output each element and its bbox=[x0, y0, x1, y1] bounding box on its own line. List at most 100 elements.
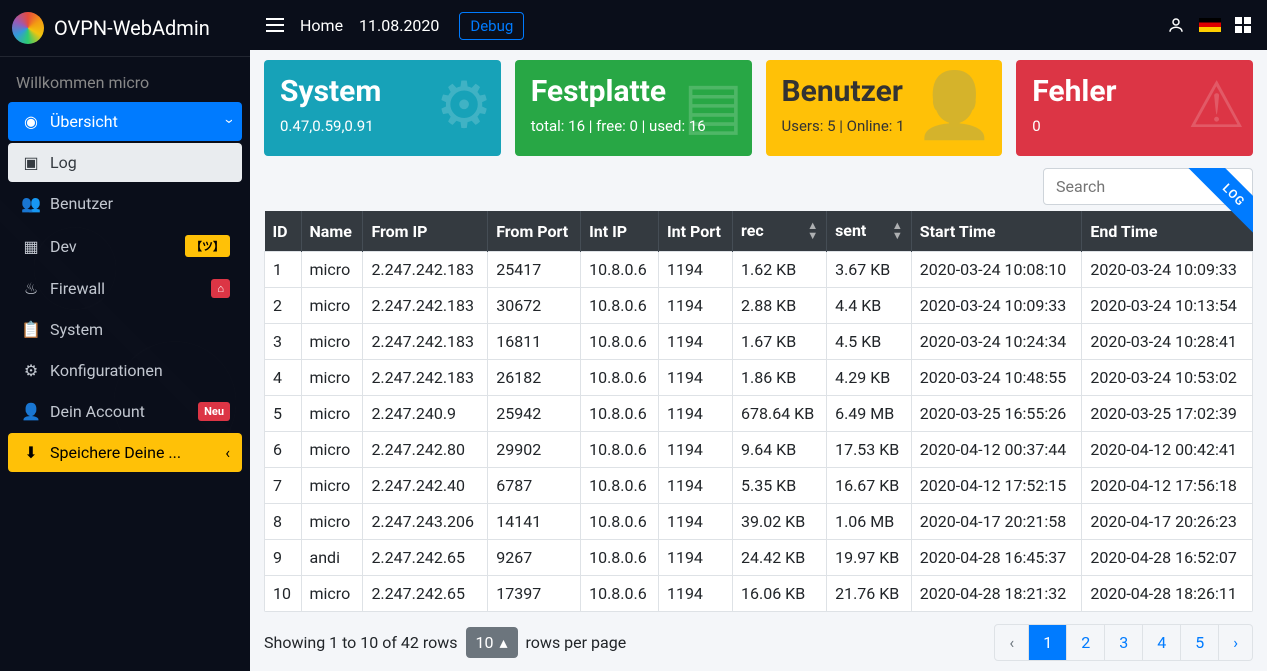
page-4[interactable]: 4 bbox=[1143, 625, 1180, 660]
table-cell: 2020-04-28 18:21:32 bbox=[911, 576, 1082, 612]
page-5[interactable]: 5 bbox=[1181, 625, 1218, 660]
col-from-ip[interactable]: From IP bbox=[363, 211, 488, 252]
table-row[interactable]: 3micro2.247.242.1831681110.8.0.611941.67… bbox=[265, 324, 1253, 360]
card-users[interactable]: Benutzer Users: 5 | Online: 1 👤 bbox=[766, 60, 1003, 156]
table-cell: 2020-03-24 10:53:02 bbox=[1082, 360, 1253, 396]
table-cell: 8 bbox=[265, 504, 302, 540]
user-plus-icon: 👤 bbox=[915, 68, 995, 143]
flag-de-icon[interactable] bbox=[1199, 18, 1221, 32]
col-from-port[interactable]: From Port bbox=[488, 211, 581, 252]
sidebar-item--bersicht[interactable]: ◉Übersicht‹ bbox=[8, 102, 242, 141]
menu-toggle-icon[interactable] bbox=[266, 18, 284, 32]
col-end-time[interactable]: End Time bbox=[1082, 211, 1253, 252]
table-cell: 10.8.0.6 bbox=[581, 252, 659, 288]
table-cell: 16.06 KB bbox=[733, 576, 827, 612]
table-cell: 6787 bbox=[488, 468, 581, 504]
card-errors[interactable]: Fehler 0 ⚠ bbox=[1016, 60, 1253, 156]
table-cell: 2 bbox=[265, 288, 302, 324]
table-row[interactable]: 6micro2.247.242.802990210.8.0.611949.64 … bbox=[265, 432, 1253, 468]
table-cell: 2020-03-24 10:09:33 bbox=[911, 288, 1082, 324]
page-1[interactable]: 1 bbox=[1029, 625, 1066, 660]
table-cell: 9 bbox=[265, 540, 302, 576]
table-cell: 2020-03-24 10:13:54 bbox=[1082, 288, 1253, 324]
sidebar-item-speichere-deine-[interactable]: ⬇Speichere Deine ...‹ bbox=[8, 433, 242, 472]
sidebar-item-konfigurationen[interactable]: ⚙ Konfigurationen bbox=[8, 351, 242, 390]
sidebar-item-log[interactable]: ▣Log bbox=[8, 143, 242, 182]
breadcrumb: Home 11.08.2020 Debug bbox=[300, 16, 536, 35]
table-cell: 9267 bbox=[488, 540, 581, 576]
table-cell: 1194 bbox=[658, 324, 732, 360]
sidebar-item-benutzer[interactable]: 👥Benutzer bbox=[8, 184, 242, 223]
table-cell: 2020-04-12 00:42:41 bbox=[1082, 432, 1253, 468]
table-row[interactable]: 10micro2.247.242.651739710.8.0.6119416.0… bbox=[265, 576, 1253, 612]
table-cell: 2.247.242.65 bbox=[363, 540, 488, 576]
table-row[interactable]: 7micro2.247.242.40678710.8.0.611945.35 K… bbox=[265, 468, 1253, 504]
table-row[interactable]: 9andi2.247.242.65926710.8.0.6119424.42 K… bbox=[265, 540, 1253, 576]
card-disk[interactable]: Festplatte total: 16 | free: 0 | used: 1… bbox=[515, 60, 752, 156]
page-3[interactable]: 3 bbox=[1105, 625, 1142, 660]
chevron-down-icon: ‹ bbox=[218, 119, 237, 124]
table-row[interactable]: 4micro2.247.242.1832618210.8.0.611941.86… bbox=[265, 360, 1253, 396]
debug-button[interactable]: Debug bbox=[459, 12, 524, 40]
sidebar-item-label: Speichere Deine ... bbox=[50, 443, 181, 462]
table-row[interactable]: 1micro2.247.242.1832541710.8.0.611941.62… bbox=[265, 252, 1253, 288]
crumb-date: 11.08.2020 bbox=[359, 16, 439, 35]
col-rec[interactable]: rec▲▼ bbox=[733, 211, 827, 252]
table-row[interactable]: 8micro2.247.243.2061414110.8.0.6119439.0… bbox=[265, 504, 1253, 540]
table-cell: 1194 bbox=[658, 576, 732, 612]
col-name[interactable]: Name bbox=[301, 211, 363, 252]
apps-grid-icon[interactable] bbox=[1235, 17, 1251, 33]
dashboard-icon: ◉ bbox=[20, 112, 42, 131]
col-sent[interactable]: sent▲▼ bbox=[827, 211, 912, 252]
rows-per-page-select[interactable]: 10 ▴ bbox=[466, 627, 518, 658]
sidebar-item-firewall[interactable]: ♨Firewall⌂ bbox=[8, 269, 242, 308]
table-cell: micro bbox=[301, 360, 363, 396]
table-cell: micro bbox=[301, 288, 363, 324]
cogs-icon: ⚙ bbox=[20, 361, 42, 380]
sidebar-item-label: Konfigurationen bbox=[50, 361, 163, 380]
pager-showing: Showing 1 to 10 of 42 rows bbox=[264, 633, 458, 652]
table-cell: 4.5 KB bbox=[827, 324, 912, 360]
table-cell: micro bbox=[301, 468, 363, 504]
sort-icon: ▲▼ bbox=[892, 221, 903, 241]
table-row[interactable]: 2micro2.247.242.1833067210.8.0.611942.88… bbox=[265, 288, 1253, 324]
col-start-time[interactable]: Start Time bbox=[911, 211, 1082, 252]
table-cell: 10.8.0.6 bbox=[581, 360, 659, 396]
crumb-home[interactable]: Home bbox=[300, 16, 343, 35]
table-row[interactable]: 5micro2.247.240.92594210.8.0.61194678.64… bbox=[265, 396, 1253, 432]
table-cell: 678.64 KB bbox=[733, 396, 827, 432]
col-int-ip[interactable]: Int IP bbox=[581, 211, 659, 252]
page-‹[interactable]: ‹ bbox=[995, 625, 1028, 660]
table-cell: 16.67 KB bbox=[827, 468, 912, 504]
table-cell: 6.49 MB bbox=[827, 396, 912, 432]
caret-up-icon: ▴ bbox=[500, 633, 508, 652]
table-cell: 2020-03-24 10:24:34 bbox=[911, 324, 1082, 360]
table-cell: 4.29 KB bbox=[827, 360, 912, 396]
sidebar-item-system[interactable]: 📋System bbox=[8, 310, 242, 349]
table-cell: 2020-03-25 16:55:26 bbox=[911, 396, 1082, 432]
sidebar-item-dev[interactable]: ▦Dev【ツ】 bbox=[8, 225, 242, 267]
brand[interactable]: OVPN-WebAdmin bbox=[0, 0, 250, 57]
table-cell: micro bbox=[301, 576, 363, 612]
card-system[interactable]: System 0.47,0.59,0.91 ⚙ bbox=[264, 60, 501, 156]
page-›[interactable]: › bbox=[1219, 625, 1252, 660]
table-cell: 25417 bbox=[488, 252, 581, 288]
table-cell: 1194 bbox=[658, 432, 732, 468]
table-cell: 14141 bbox=[488, 504, 581, 540]
table-cell: 10.8.0.6 bbox=[581, 540, 659, 576]
col-id[interactable]: ID bbox=[265, 211, 302, 252]
sidebar-badge: ⌂ bbox=[211, 279, 230, 298]
table-cell: 10.8.0.6 bbox=[581, 576, 659, 612]
user-icon[interactable] bbox=[1167, 16, 1185, 34]
table-cell: 10.8.0.6 bbox=[581, 324, 659, 360]
sidebar-item-dein-account[interactable]: 👤Dein AccountNeu bbox=[8, 392, 242, 431]
page-2[interactable]: 2 bbox=[1067, 625, 1104, 660]
table-cell: 10 bbox=[265, 576, 302, 612]
log-table: IDNameFrom IPFrom PortInt IPInt Portrec▲… bbox=[264, 211, 1253, 612]
table-cell: 1.86 KB bbox=[733, 360, 827, 396]
brand-logo-icon bbox=[12, 12, 44, 44]
pager-rpp-suffix: rows per page bbox=[526, 633, 627, 652]
col-int-port[interactable]: Int Port bbox=[658, 211, 732, 252]
table-cell: 4 bbox=[265, 360, 302, 396]
table-cell: 24.42 KB bbox=[733, 540, 827, 576]
